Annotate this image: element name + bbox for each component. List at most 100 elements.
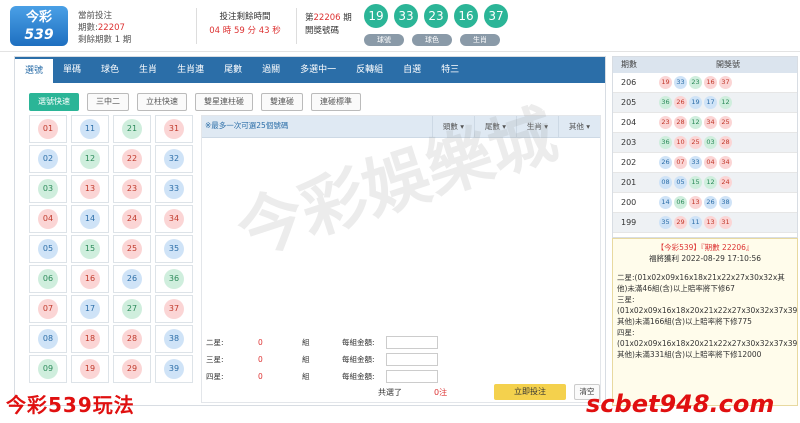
number-cell[interactable]: 17	[71, 295, 109, 323]
number-cell[interactable]: 27	[113, 295, 151, 323]
odds-notice[interactable]: 【今彩539】『期數 22206』 福將獲利 2022-08-29 17:10:…	[612, 238, 798, 406]
tab-6[interactable]: 過關	[252, 57, 290, 83]
number-ball: 02	[38, 149, 58, 169]
number-cell[interactable]: 28	[113, 325, 151, 353]
tab-8[interactable]: 反轉組	[346, 57, 393, 83]
sub-mode-button-4[interactable]: 雙連碰	[261, 93, 303, 111]
tab-10[interactable]: 特三	[431, 57, 469, 83]
number-cell[interactable]: 08	[29, 325, 67, 353]
zodiac-button[interactable]: 生肖	[460, 34, 500, 46]
history-ball: 06	[674, 196, 687, 209]
number-cell[interactable]: 03	[29, 175, 67, 203]
number-cell[interactable]: 04	[29, 205, 67, 233]
number-cell[interactable]: 33	[155, 175, 193, 203]
tab-7[interactable]: 多選中一	[290, 57, 346, 83]
tab-2[interactable]: 球色	[91, 57, 129, 83]
history-ball: 36	[659, 96, 672, 109]
history-ball: 04	[704, 156, 717, 169]
row-label: 四星:	[206, 372, 224, 381]
number-cell[interactable]: 35	[155, 235, 193, 263]
number-cell[interactable]: 25	[113, 235, 151, 263]
number-ball: 11	[80, 119, 100, 139]
number-cell[interactable]: 09	[29, 355, 67, 383]
history-ball: 17	[704, 96, 717, 109]
tab-4[interactable]: 生肖連	[167, 57, 214, 83]
number-ball: 26	[122, 269, 142, 289]
submit-bet-button[interactable]: 立即投注	[494, 384, 566, 400]
number-cell[interactable]: 32	[155, 145, 193, 173]
number-cell[interactable]: 38	[155, 325, 193, 353]
number-cell[interactable]: 02	[29, 145, 67, 173]
number-cell[interactable]: 18	[71, 325, 109, 353]
filter-head-dropdown[interactable]: 頭數 ▾	[432, 116, 474, 138]
number-cell[interactable]: 31	[155, 115, 193, 143]
number-cell[interactable]: 06	[29, 265, 67, 293]
tab-0[interactable]: 選號	[15, 57, 54, 83]
sub-mode-button-3[interactable]: 雙星連柱碰	[195, 93, 253, 111]
number-ball: 24	[122, 209, 142, 229]
amount-input[interactable]	[386, 370, 438, 383]
filter-other-dropdown[interactable]: 其他 ▾	[558, 116, 600, 138]
number-cell[interactable]: 12	[71, 145, 109, 173]
number-cell[interactable]: 24	[113, 205, 151, 233]
history-ball: 13	[689, 196, 702, 209]
number-ball: 06	[38, 269, 58, 289]
prev-period-line: 第22206 期	[305, 12, 352, 25]
filter-tail-dropdown[interactable]: 尾數 ▾	[474, 116, 516, 138]
tab-3[interactable]: 生肖	[129, 57, 167, 83]
prev-period-suffix: 期	[340, 13, 352, 23]
sub-mode-button-5[interactable]: 連碰標準	[311, 93, 361, 111]
number-cell[interactable]: 19	[71, 355, 109, 383]
sub-mode-button-2[interactable]: 立柱快速	[137, 93, 187, 111]
tab-1[interactable]: 單碼	[53, 57, 91, 83]
number-cell[interactable]: 26	[113, 265, 151, 293]
history-list[interactable]: 206 19 33 23 16 37 205 36 26 19 17 12 204 23 28 12 34 25 2…	[613, 73, 797, 233]
history-ball: 19	[659, 76, 672, 89]
number-cell[interactable]: 16	[71, 265, 109, 293]
number-ball: 28	[122, 329, 142, 349]
amount-input[interactable]	[386, 353, 438, 366]
tab-9[interactable]: 自選	[393, 57, 431, 83]
history-ball: 37	[719, 76, 732, 89]
number-cell[interactable]: 29	[113, 355, 151, 383]
number-ball: 08	[38, 329, 58, 349]
caption-text: 今彩539玩法	[6, 393, 135, 417]
ball-number-button[interactable]: 球號	[364, 34, 404, 46]
number-cell[interactable]: 37	[155, 295, 193, 323]
number-cell[interactable]: 22	[113, 145, 151, 173]
draw-balls: 19 33 23 16 37	[364, 4, 508, 28]
row-amount-label: 每組金額:	[342, 338, 375, 347]
history-ball: 14	[659, 196, 672, 209]
ball-color-button[interactable]: 球色	[412, 34, 452, 46]
divider	[296, 8, 297, 44]
number-cell[interactable]: 21	[113, 115, 151, 143]
notice-block: 三星:(01x02x09x16x18x20x21x22x27x30x32x37x…	[617, 295, 798, 326]
number-cell[interactable]: 14	[71, 205, 109, 233]
history-row: 204 23 28 12 34 25	[613, 113, 797, 133]
number-cell[interactable]: 36	[155, 265, 193, 293]
number-cell[interactable]: 05	[29, 235, 67, 263]
number-cell[interactable]: 01	[29, 115, 67, 143]
number-ball: 39	[164, 359, 184, 379]
draw-ball: 19	[364, 4, 388, 28]
number-cell[interactable]: 13	[71, 175, 109, 203]
divider	[196, 8, 197, 44]
sub-mode-button-0[interactable]: 選號快速	[29, 93, 79, 111]
prev-period-prefix: 第	[305, 13, 314, 23]
number-cell[interactable]: 15	[71, 235, 109, 263]
history-ball: 35	[659, 216, 672, 229]
number-grid: 01 11 21 31 02 12 22 32 03 13 23 33 04 14 24 34 05 15 25 35…	[29, 115, 199, 387]
number-ball: 04	[38, 209, 58, 229]
number-cell[interactable]: 11	[71, 115, 109, 143]
bet-row: 三星: 0 組 每組金額:	[202, 351, 602, 368]
filter-zodiac-dropdown[interactable]: 生肖 ▾	[516, 116, 558, 138]
sub-mode-button-1[interactable]: 三中二	[87, 93, 129, 111]
number-cell[interactable]: 34	[155, 205, 193, 233]
number-cell[interactable]: 39	[155, 355, 193, 383]
number-ball: 23	[122, 179, 142, 199]
amount-input[interactable]	[386, 336, 438, 349]
number-cell[interactable]: 23	[113, 175, 151, 203]
number-cell[interactable]: 07	[29, 295, 67, 323]
tab-5[interactable]: 尾數	[214, 57, 252, 83]
history-period: 201	[621, 178, 637, 187]
